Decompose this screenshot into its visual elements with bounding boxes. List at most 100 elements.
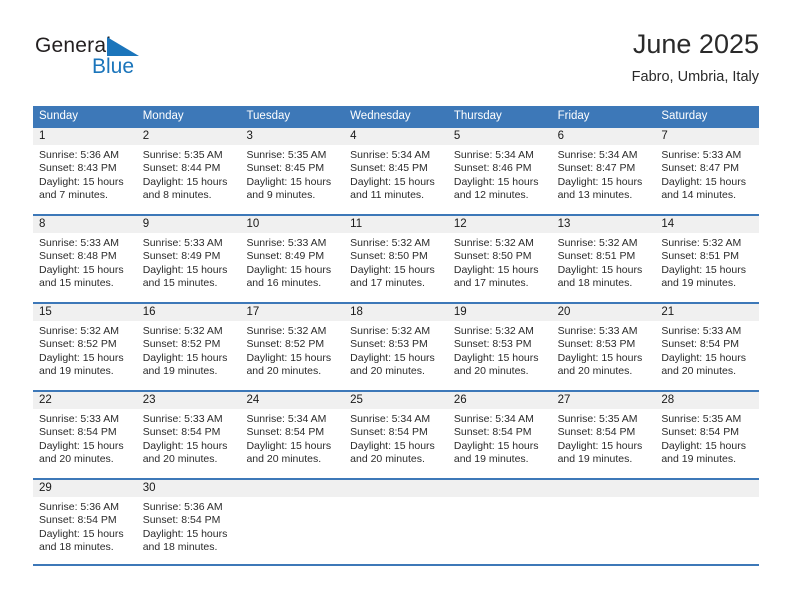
sunset-text: Sunset: 8:43 PM (39, 162, 117, 175)
daylight-text-line1: Daylight: 15 hours (661, 175, 746, 188)
daylight-text-line1: Daylight: 15 hours (142, 175, 228, 188)
daylight-text-line1: Daylight: 15 hours (246, 439, 332, 452)
day-cell[interactable]: 20 Sunrise: 5:33 AM Sunset: 8:53 PM Dayligh… (551, 304, 656, 390)
day-cell[interactable]: 2 Sunrise: 5:35 AM Sunset: 8:44 PM Daylight… (136, 128, 241, 214)
day-cell[interactable]: 28 Sunrise: 5:35 AM Sunset: 8:54 PM Dayligh… (655, 392, 760, 478)
daylight-text-line2: and 20 minutes. (453, 365, 529, 378)
day-cell[interactable]: 29 Sunrise: 5:36 AM Sunset: 8:54 PM Dayligh… (33, 480, 137, 564)
daylight-text-line1: Daylight: 15 hours (246, 263, 332, 276)
day-cell-empty (551, 480, 656, 564)
day-cell[interactable]: 3 Sunrise: 5:35 AM Sunset: 8:45 PM Daylight… (240, 128, 345, 214)
day-details: Sunrise: 5:36 AM Sunset: 8:43 PM Daylight:… (33, 145, 137, 203)
sunset-text: Sunset: 8:50 PM (453, 250, 532, 263)
day-cell[interactable]: 13 Sunrise: 5:32 AM Sunset: 8:51 PM Dayligh… (551, 216, 656, 302)
daylight-text-line2: and 14 minutes. (661, 189, 737, 202)
day-cell[interactable]: 15 Sunrise: 5:32 AM Sunset: 8:52 PM Dayligh… (33, 304, 137, 390)
day-cell[interactable]: 12 Sunrise: 5:32 AM Sunset: 8:50 PM Dayligh… (447, 216, 552, 302)
sunset-text: Sunset: 8:52 PM (142, 338, 221, 351)
day-number: 11 (344, 216, 448, 233)
sunset-text: Sunset: 8:53 PM (557, 338, 636, 351)
sunset-text: Sunset: 8:49 PM (246, 250, 325, 263)
sunset-text: Sunset: 8:45 PM (350, 162, 428, 175)
sunrise-text: Sunrise: 5:32 AM (557, 237, 638, 249)
sunset-text: Sunset: 8:53 PM (453, 338, 532, 351)
day-cell[interactable]: 5 Sunrise: 5:34 AM Sunset: 8:46 PM Daylight… (447, 128, 552, 214)
sunrise-text: Sunrise: 5:33 AM (39, 237, 119, 249)
day-details: Sunrise: 5:32 AM Sunset: 8:50 PM Daylight:… (344, 233, 448, 291)
day-cell-empty (240, 480, 345, 564)
day-number (447, 480, 552, 497)
sunrise-text: Sunrise: 5:35 AM (557, 413, 638, 425)
day-number: 6 (551, 128, 656, 145)
sunrise-text: Sunrise: 5:33 AM (661, 149, 742, 161)
day-cell[interactable]: 10 Sunrise: 5:33 AM Sunset: 8:49 PM Dayligh… (240, 216, 345, 302)
day-cell[interactable]: 24 Sunrise: 5:34 AM Sunset: 8:54 PM Dayligh… (240, 392, 345, 478)
daylight-text-line1: Daylight: 15 hours (557, 439, 643, 452)
day-cell[interactable]: 25 Sunrise: 5:34 AM Sunset: 8:54 PM Dayligh… (344, 392, 448, 478)
day-cell[interactable]: 14 Sunrise: 5:32 AM Sunset: 8:51 PM Dayligh… (655, 216, 760, 302)
sunrise-text: Sunrise: 5:36 AM (142, 501, 223, 513)
day-number (551, 480, 656, 497)
calendar-week-row: 1 Sunrise: 5:36 AM Sunset: 8:43 PM Daylight… (33, 126, 760, 214)
day-number: 18 (344, 304, 448, 321)
day-details: Sunrise: 5:33 AM Sunset: 8:54 PM Daylight:… (33, 409, 137, 467)
page-header: General Blue June 2025 Fabro, Umbria, It… (33, 29, 759, 98)
day-number: 23 (136, 392, 241, 409)
daylight-text-line2: and 11 minutes. (350, 189, 425, 202)
day-cell[interactable]: 4 Sunrise: 5:34 AM Sunset: 8:45 PM Daylight… (344, 128, 448, 214)
day-number: 21 (655, 304, 760, 321)
day-number: 9 (136, 216, 241, 233)
day-cell[interactable]: 18 Sunrise: 5:32 AM Sunset: 8:53 PM Dayligh… (344, 304, 448, 390)
day-number: 16 (136, 304, 241, 321)
day-details: Sunrise: 5:33 AM Sunset: 8:49 PM Daylight:… (240, 233, 344, 291)
daylight-text-line2: and 20 minutes. (142, 453, 218, 466)
sunset-text: Sunset: 8:46 PM (453, 162, 532, 175)
day-number: 19 (447, 304, 552, 321)
day-cell[interactable]: 27 Sunrise: 5:35 AM Sunset: 8:54 PM Dayligh… (551, 392, 656, 478)
day-cell[interactable]: 22 Sunrise: 5:33 AM Sunset: 8:54 PM Dayligh… (33, 392, 137, 478)
day-cell[interactable]: 30 Sunrise: 5:36 AM Sunset: 8:54 PM Dayligh… (136, 480, 241, 564)
weekday-friday: Friday (557, 110, 590, 122)
day-cell[interactable]: 6 Sunrise: 5:34 AM Sunset: 8:47 PM Daylight… (551, 128, 656, 214)
daylight-text-line1: Daylight: 15 hours (39, 527, 124, 540)
daylight-text-line1: Daylight: 15 hours (557, 351, 643, 364)
day-details: Sunrise: 5:35 AM Sunset: 8:45 PM Daylight:… (240, 145, 344, 203)
sunrise-text: Sunrise: 5:32 AM (453, 237, 534, 249)
day-details: Sunrise: 5:33 AM Sunset: 8:54 PM Daylight:… (137, 409, 241, 467)
day-cell[interactable]: 1 Sunrise: 5:36 AM Sunset: 8:43 PM Daylight… (33, 128, 137, 214)
sunset-text: Sunset: 8:52 PM (39, 338, 117, 351)
daylight-text-line2: and 15 minutes. (39, 277, 114, 290)
day-number (344, 480, 448, 497)
triangle-icon (107, 37, 141, 57)
day-cell[interactable]: 7 Sunrise: 5:33 AM Sunset: 8:47 PM Daylight… (655, 128, 760, 214)
sunrise-text: Sunrise: 5:35 AM (246, 149, 327, 161)
day-cell-empty (447, 480, 552, 564)
day-cell[interactable]: 21 Sunrise: 5:33 AM Sunset: 8:54 PM Dayligh… (655, 304, 760, 390)
daylight-text-line1: Daylight: 15 hours (142, 263, 228, 276)
calendar-week-row: 8 Sunrise: 5:33 AM Sunset: 8:48 PM Daylight… (33, 214, 760, 302)
day-cell[interactable]: 8 Sunrise: 5:33 AM Sunset: 8:48 PM Daylight… (33, 216, 137, 302)
daylight-text-line1: Daylight: 15 hours (661, 351, 746, 364)
sunrise-text: Sunrise: 5:32 AM (246, 325, 327, 337)
daylight-text-line1: Daylight: 15 hours (39, 263, 124, 276)
logo[interactable]: General Blue (35, 34, 235, 90)
day-cell[interactable]: 9 Sunrise: 5:33 AM Sunset: 8:49 PM Daylight… (136, 216, 241, 302)
day-number (240, 480, 345, 497)
day-number: 2 (136, 128, 241, 145)
sunset-text: Sunset: 8:54 PM (350, 426, 428, 439)
day-details: Sunrise: 5:32 AM Sunset: 8:52 PM Daylight:… (33, 321, 137, 379)
day-cell[interactable]: 16 Sunrise: 5:32 AM Sunset: 8:52 PM Dayligh… (136, 304, 241, 390)
day-details (655, 497, 759, 501)
day-details: Sunrise: 5:32 AM Sunset: 8:52 PM Daylight:… (137, 321, 241, 379)
day-cell[interactable]: 19 Sunrise: 5:32 AM Sunset: 8:53 PM Dayligh… (447, 304, 552, 390)
daylight-text-line2: and 19 minutes. (142, 365, 218, 378)
day-number: 17 (240, 304, 345, 321)
day-number: 25 (344, 392, 448, 409)
sunrise-text: Sunrise: 5:34 AM (246, 413, 327, 425)
day-number: 26 (447, 392, 552, 409)
day-cell[interactable]: 11 Sunrise: 5:32 AM Sunset: 8:50 PM Dayligh… (344, 216, 448, 302)
day-cell[interactable]: 23 Sunrise: 5:33 AM Sunset: 8:54 PM Dayligh… (136, 392, 241, 478)
day-cell[interactable]: 17 Sunrise: 5:32 AM Sunset: 8:52 PM Dayligh… (240, 304, 345, 390)
day-cell[interactable]: 26 Sunrise: 5:34 AM Sunset: 8:54 PM Dayligh… (447, 392, 552, 478)
daylight-text-line2: and 12 minutes. (453, 189, 529, 202)
